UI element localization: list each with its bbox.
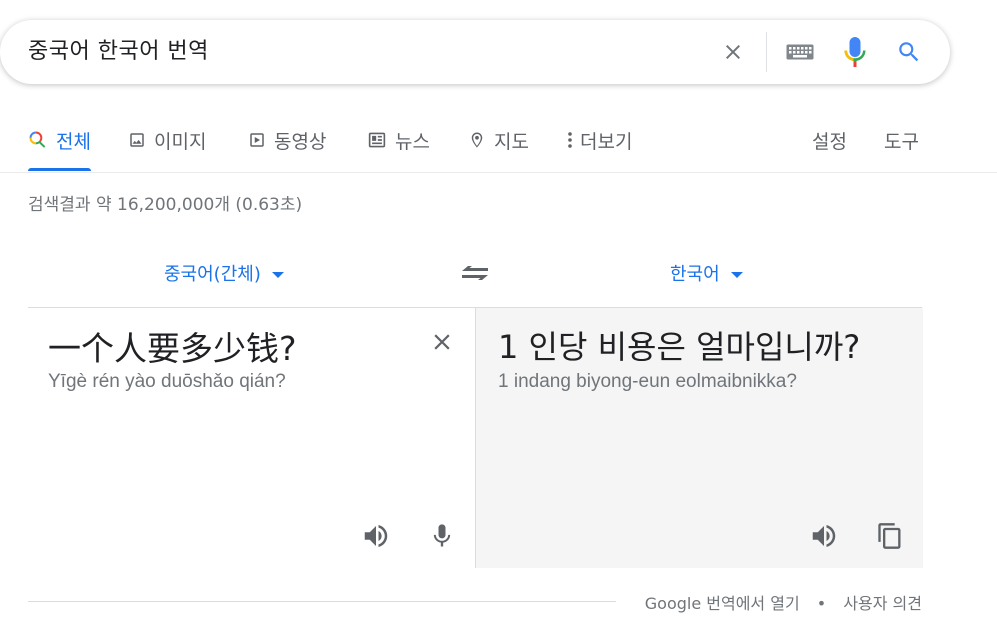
feedback-link[interactable]: 사용자 의견	[843, 594, 922, 613]
speaker-icon[interactable]	[358, 518, 394, 554]
result-stats: 검색결과 약 16,200,000개 (0.63초)	[28, 195, 303, 215]
microphone-icon[interactable]	[839, 36, 871, 68]
more-vert-icon	[568, 132, 572, 148]
footer-divider	[28, 601, 616, 602]
search-bar[interactable]: 중국어 한국어 번역	[0, 20, 950, 84]
tab-images[interactable]: 이미지	[128, 110, 206, 170]
map-pin-icon	[471, 132, 483, 148]
tab-all[interactable]: 전체	[28, 110, 91, 171]
translate-footer: Google 번역에서 열기 • 사용자 의견	[645, 590, 922, 614]
close-icon[interactable]	[717, 36, 749, 68]
clear-text-icon[interactable]	[424, 324, 460, 360]
tab-news-label: 뉴스	[395, 130, 430, 153]
speaker-icon[interactable]	[806, 518, 842, 554]
swap-languages-icon[interactable]	[458, 256, 492, 290]
tab-news[interactable]: 뉴스	[367, 110, 430, 170]
tab-more-label: 더보기	[580, 130, 633, 153]
target-panel: 1 인당 비용은 얼마입니까? 1 indang biyong-eun eolm…	[475, 308, 923, 568]
news-icon	[368, 132, 386, 148]
search-icon	[29, 131, 46, 148]
dropdown-arrow-icon	[730, 271, 743, 278]
source-panel: 一个人要多少钱? Yīgè rén yào duōshǎo qián?	[28, 308, 474, 568]
target-language-label: 한국어	[670, 264, 720, 285]
tab-videos-label: 동영상	[274, 130, 327, 153]
search-tabs: 전체 이미지 동영상 뉴스 지도 더보기 설정 도구	[0, 110, 997, 172]
tabs-divider	[0, 172, 997, 173]
source-language-label: 중국어(간체)	[164, 264, 261, 285]
tab-all-label: 전체	[56, 130, 91, 153]
copy-icon[interactable]	[872, 518, 908, 554]
source-text[interactable]: 一个人要多少钱?	[48, 322, 297, 370]
search-icon[interactable]	[893, 36, 925, 68]
tab-images-label: 이미지	[154, 130, 207, 153]
tab-maps[interactable]: 지도	[468, 110, 529, 170]
image-icon	[130, 133, 144, 147]
play-icon	[250, 133, 264, 147]
open-in-google-translate-link[interactable]: Google 번역에서 열기	[645, 594, 800, 613]
search-divider	[766, 32, 767, 72]
tab-maps-label: 지도	[494, 130, 529, 153]
tab-videos[interactable]: 동영상	[248, 110, 326, 170]
search-input[interactable]: 중국어 한국어 번역	[28, 20, 209, 84]
source-romanization: Yīgè rén yào duōshǎo qián?	[48, 371, 286, 392]
keyboard-icon[interactable]	[784, 36, 816, 68]
settings-link[interactable]: 설정	[812, 110, 847, 170]
language-selector-row: 중국어(간체) 한국어	[28, 248, 922, 306]
target-text: 1 인당 비용은 얼마입니까?	[498, 328, 861, 366]
microphone-input-icon[interactable]	[424, 518, 460, 554]
tab-more[interactable]: 더보기	[566, 110, 632, 170]
target-language-select[interactable]: 한국어	[670, 248, 743, 298]
source-language-select[interactable]: 중국어(간체)	[164, 248, 284, 298]
target-romanization: 1 indang biyong-eun eolmaibnikka?	[498, 371, 797, 392]
tools-link[interactable]: 도구	[884, 110, 919, 170]
dropdown-arrow-icon	[271, 271, 284, 278]
footer-separator: •	[816, 594, 827, 613]
